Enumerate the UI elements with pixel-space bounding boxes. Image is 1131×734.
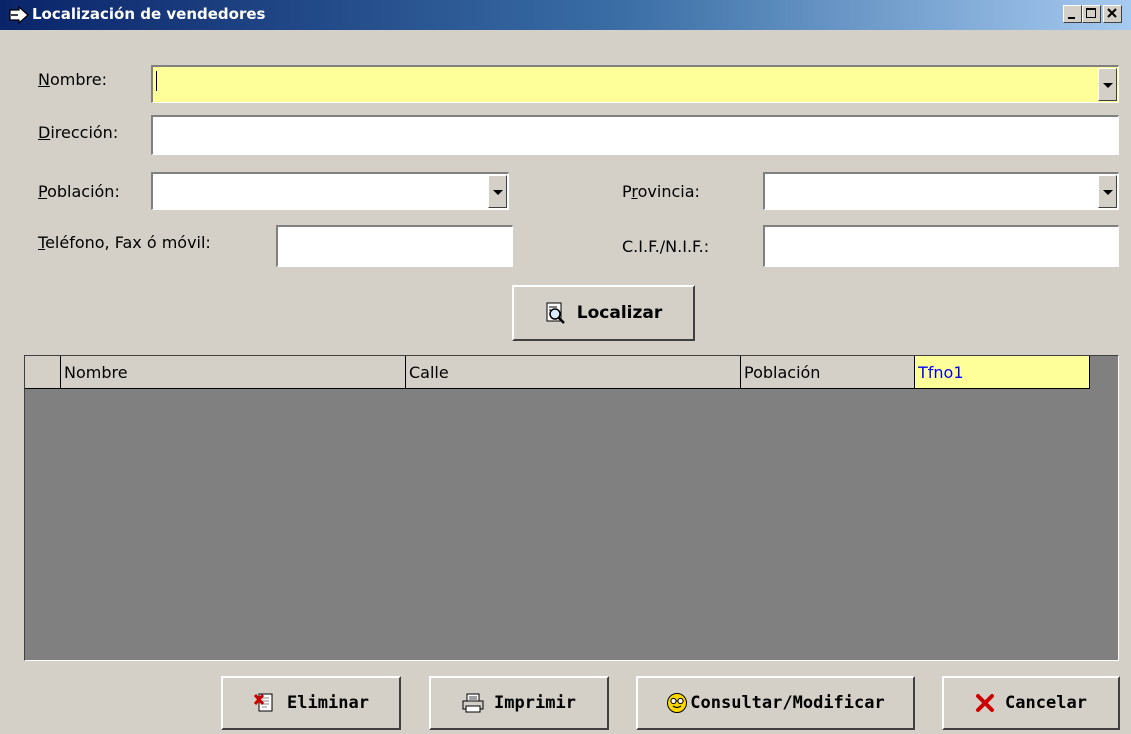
poblacion-label: Población: xyxy=(38,182,120,201)
provincia-combobox[interactable] xyxy=(763,172,1119,210)
text-caret xyxy=(156,71,157,91)
cif-label: C.I.F./N.I.F.: xyxy=(622,237,710,256)
title-bar[interactable]: Localización de vendedores xyxy=(0,0,1131,30)
eliminar-button[interactable]: Eliminar xyxy=(221,676,401,730)
cancelar-button[interactable]: Cancelar xyxy=(942,676,1120,730)
poblacion-combobox[interactable] xyxy=(151,172,509,210)
consultar-modificar-label: Consultar/Modificar xyxy=(690,693,885,713)
telefono-input[interactable] xyxy=(276,225,513,267)
window-title: Localización de vendedores xyxy=(32,5,266,23)
direccion-input[interactable] xyxy=(151,115,1119,155)
close-icon xyxy=(1107,8,1117,18)
nombre-label: Nombre: xyxy=(38,70,107,89)
printer-icon xyxy=(462,693,484,713)
poblacion-dropdown-button[interactable] xyxy=(488,175,507,208)
app-arrow-icon xyxy=(9,6,29,24)
telefono-label: Teléfono, Fax ó móvil: xyxy=(38,233,211,252)
delete-x-icon xyxy=(253,692,277,714)
window: Localización de vendedores Nombre: Direc… xyxy=(0,0,1131,734)
magnifier-document-icon xyxy=(545,302,567,324)
grid-header-nombre[interactable]: Nombre xyxy=(61,356,406,389)
cancelar-label: Cancelar xyxy=(1005,693,1087,713)
provincia-dropdown-button[interactable] xyxy=(1098,175,1117,208)
grid-header-indicator[interactable] xyxy=(25,356,61,389)
imprimir-label: Imprimir xyxy=(494,693,576,713)
localizar-label: Localizar xyxy=(576,303,663,323)
grid-header: Nombre Calle Población Tfno1 xyxy=(25,356,1090,389)
cif-input[interactable] xyxy=(763,225,1119,267)
imprimir-button[interactable]: Imprimir xyxy=(429,676,609,730)
consultar-modificar-button[interactable]: Consultar/Modificar xyxy=(636,676,915,730)
maximize-button[interactable] xyxy=(1082,5,1101,23)
nombre-dropdown-button[interactable] xyxy=(1098,68,1117,101)
nombre-combobox[interactable] xyxy=(151,65,1119,103)
grid-header-calle[interactable]: Calle xyxy=(406,356,741,389)
close-button[interactable] xyxy=(1103,5,1122,23)
results-grid[interactable]: Nombre Calle Población Tfno1 xyxy=(24,355,1119,661)
red-x-icon xyxy=(975,693,995,713)
direccion-label: Dirección: xyxy=(38,123,119,142)
minimize-button[interactable] xyxy=(1063,5,1082,23)
localizar-button[interactable]: Localizar xyxy=(512,285,695,341)
provincia-label: Provincia: xyxy=(622,182,700,201)
smiley-glasses-icon xyxy=(666,692,688,714)
minimize-icon xyxy=(1068,17,1075,19)
maximize-icon xyxy=(1086,8,1096,18)
eliminar-label: Eliminar xyxy=(287,693,369,713)
grid-header-poblacion[interactable]: Población xyxy=(741,356,915,389)
grid-header-tfno1[interactable]: Tfno1 xyxy=(915,356,1090,389)
